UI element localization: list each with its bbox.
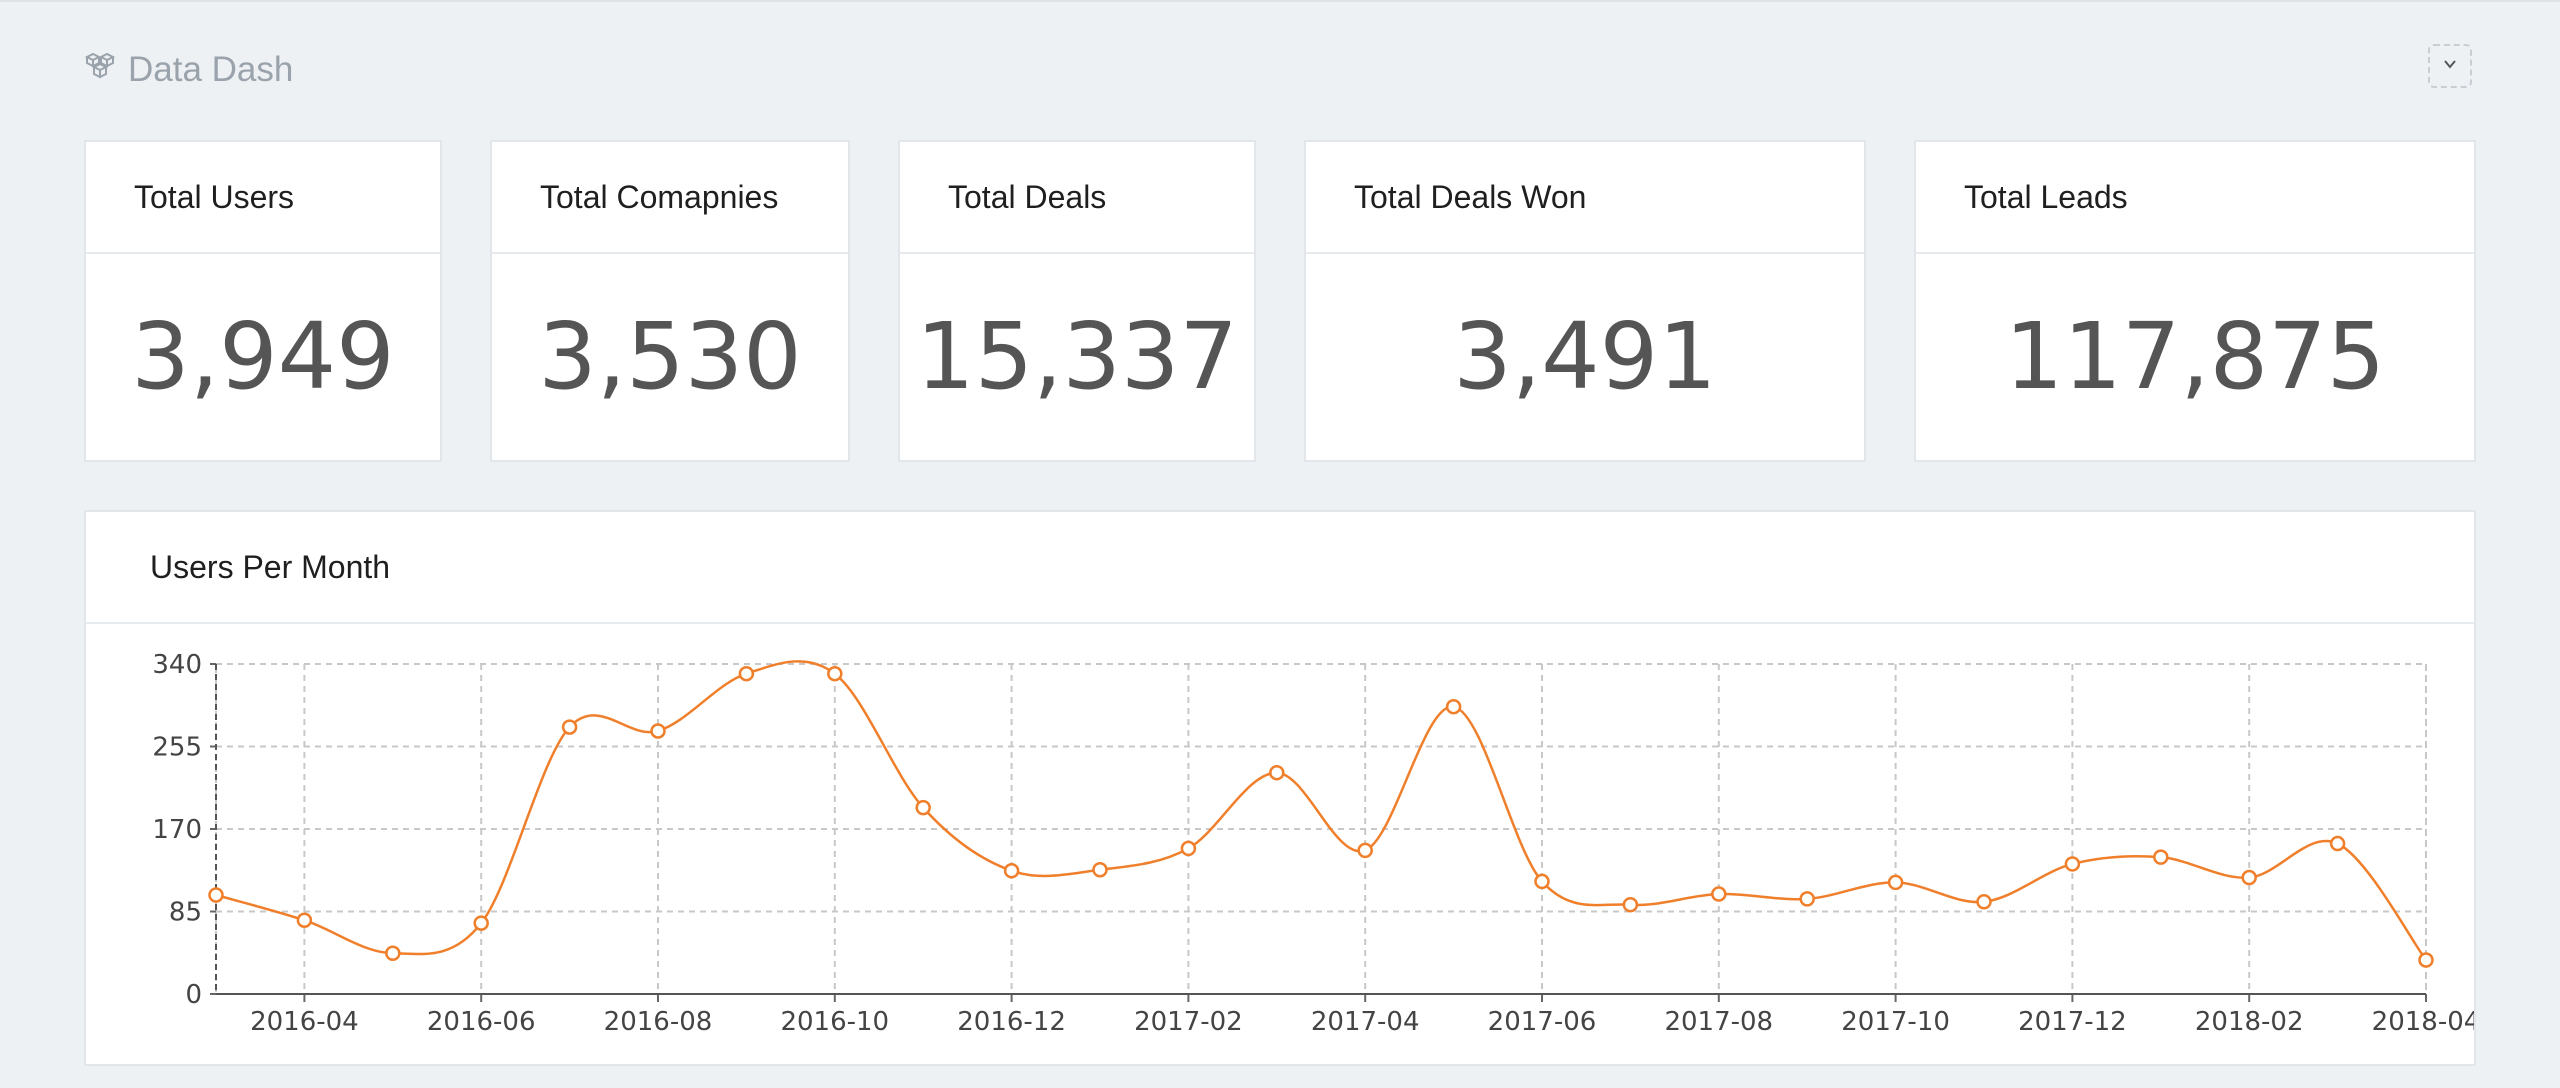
y-tick-label: 85 [169, 898, 202, 928]
data-point [473, 915, 489, 931]
x-tick-label: 2018-02 [2195, 1007, 2304, 1037]
data-point [1180, 840, 1197, 857]
data-point [650, 723, 666, 739]
y-tick-label: 340 [152, 650, 202, 680]
data-point [2241, 869, 2257, 886]
data-point [1799, 891, 1815, 907]
data-point [1269, 764, 1285, 781]
data-point [2064, 856, 2081, 872]
stat-card-value: 3,530 [538, 302, 802, 410]
data-point [561, 719, 578, 735]
data-point [2329, 835, 2346, 852]
data-point [738, 665, 755, 682]
x-tick-label: 2016-06 [427, 1007, 536, 1037]
data-point [1003, 862, 1020, 879]
series-line [215, 660, 2427, 961]
stat-card-total-companies: Total Comapnies 3,530 [490, 140, 850, 462]
stat-card-value: 3,949 [131, 302, 395, 410]
y-tick-label: 0 [185, 980, 202, 1010]
data-point [1711, 886, 1727, 902]
stat-card-label: Total Users [86, 142, 440, 254]
stat-card-label: Total Deals [900, 142, 1254, 254]
stat-card-label: Total Deals Won [1306, 142, 1864, 254]
stat-card-total-deals: Total Deals 15,337 [898, 140, 1256, 462]
data-point [385, 945, 401, 961]
stat-card-total-deals-won: Total Deals Won 3,491 [1304, 140, 1866, 462]
x-tick-label: 2017-04 [1311, 1007, 1420, 1037]
stat-card-total-users: Total Users 3,949 [84, 140, 442, 462]
stat-card-value: 117,875 [2004, 302, 2386, 410]
data-point [1887, 874, 1904, 891]
cubes-icon [84, 49, 118, 92]
data-point [296, 912, 313, 928]
x-tick-label: 2016-08 [604, 1007, 713, 1037]
data-point [208, 887, 224, 903]
data-point [1976, 894, 1992, 910]
y-tick-label: 255 [152, 733, 202, 763]
users-per-month-chart: 0 85 170 255 340 2016-04 2016-06 2016-08 2016-10… [152, 650, 2474, 1037]
data-point [2153, 849, 2169, 865]
data-point [1622, 896, 1639, 913]
x-tick-label: 2017-08 [1664, 1007, 1773, 1037]
data-point [2418, 952, 2434, 968]
data-point [827, 665, 843, 682]
stat-card-value: 15,337 [916, 302, 1238, 410]
x-tick-label: 2016-12 [957, 1007, 1066, 1037]
menu-toggle-button[interactable] [2428, 44, 2472, 88]
data-point [1092, 862, 1108, 878]
x-tick-label: 2016-04 [250, 1007, 359, 1037]
x-tick-label: 2017-02 [1134, 1007, 1243, 1037]
stat-card-value: 3,491 [1453, 302, 1717, 410]
x-tick-label: 2017-06 [1488, 1007, 1597, 1037]
app-title: Data Dash [128, 50, 294, 89]
x-tick-label: 2017-12 [2018, 1007, 2127, 1037]
top-border [0, 0, 2560, 2]
data-point [1534, 873, 1550, 890]
stat-card-total-leads: Total Leads 117,875 [1914, 140, 2476, 462]
users-per-month-card: Users Per Month 0 85 170 255 340 2016-04 2016-… [84, 510, 2476, 1066]
x-tick-label: 2016-10 [780, 1007, 889, 1037]
stat-card-label: Total Comapnies [492, 142, 848, 254]
y-tick-label: 170 [152, 815, 202, 845]
x-tick-label: 2017-10 [1841, 1007, 1950, 1037]
x-tick-label: 2018-04 [2372, 1007, 2474, 1037]
chart-title: Users Per Month [86, 512, 2474, 624]
chevron-down-icon [2441, 55, 2459, 78]
brand[interactable]: Data Dash [84, 48, 293, 92]
data-point [1445, 698, 1462, 715]
data-point [915, 799, 931, 816]
stat-card-label: Total Leads [1916, 142, 2474, 254]
data-point [1357, 842, 1373, 859]
